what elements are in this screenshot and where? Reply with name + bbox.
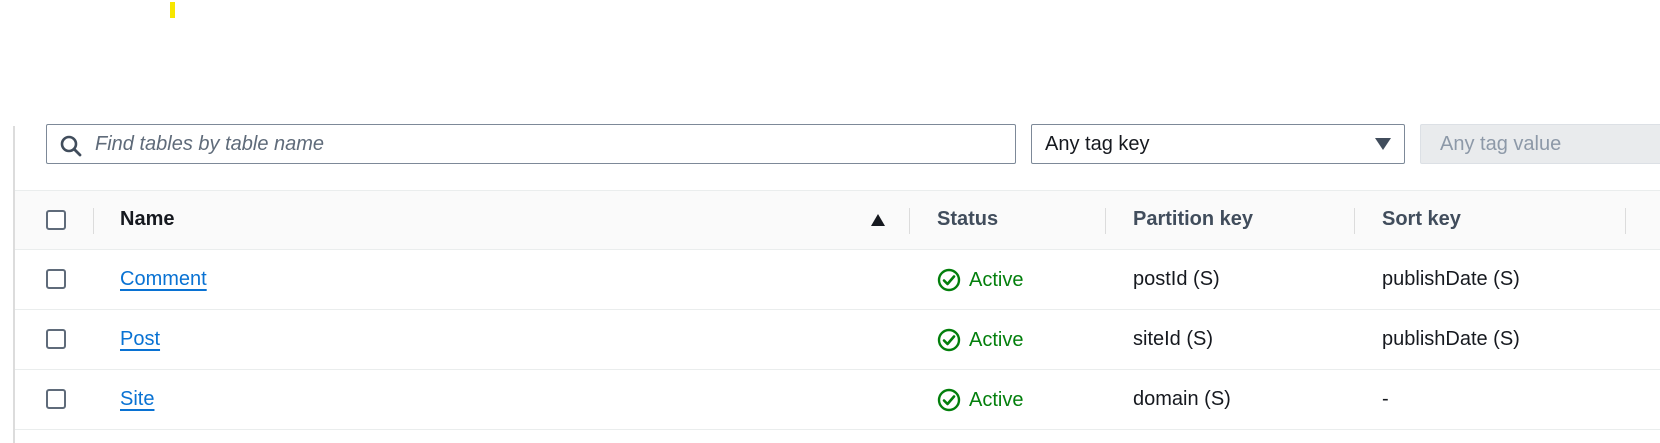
check-circle-icon <box>937 388 961 412</box>
table-header-row: Name Status Partition key Sort key <box>15 190 1660 250</box>
tables-panel: Any tag key Any tag value Name Status Pa… <box>13 124 1660 443</box>
column-divider[interactable] <box>1354 208 1355 234</box>
status-indicator: Active <box>937 327 1023 353</box>
table-row: Post Active siteId (S) publishDate (S) <box>15 310 1660 370</box>
column-header-partition-key[interactable]: Partition key <box>1133 208 1253 231</box>
status-text: Active <box>969 328 1024 351</box>
row-checkbox[interactable] <box>46 269 66 289</box>
table-name-link[interactable]: Site <box>120 388 154 411</box>
table-name-link[interactable]: Comment <box>120 268 207 291</box>
tag-key-label: Any tag key <box>1045 133 1150 155</box>
partition-key-value: postId (S) <box>1133 268 1220 290</box>
text-cursor-highlight <box>170 2 175 18</box>
caret-down-icon <box>1375 138 1391 150</box>
column-divider[interactable] <box>909 208 910 234</box>
check-circle-icon <box>937 268 961 292</box>
tag-key-select[interactable]: Any tag key <box>1031 124 1405 164</box>
column-divider <box>93 208 94 234</box>
status-text: Active <box>969 388 1024 411</box>
sort-key-value: publishDate (S) <box>1382 268 1520 290</box>
search-icon <box>60 135 82 157</box>
partition-key-value: siteId (S) <box>1133 328 1214 350</box>
status-indicator: Active <box>937 387 1023 413</box>
column-divider[interactable] <box>1625 208 1626 234</box>
check-circle-icon <box>937 328 961 352</box>
sort-key-value: publishDate (S) <box>1382 328 1520 350</box>
select-all-checkbox[interactable] <box>46 210 66 230</box>
dynamodb-tables-page: Any tag key Any tag value Name Status Pa… <box>0 0 1660 443</box>
table-row: Comment Active postId (S) publishDate (S… <box>15 250 1660 310</box>
search-input[interactable] <box>95 125 995 163</box>
status-text: Active <box>969 268 1024 291</box>
column-header-status[interactable]: Status <box>937 208 998 231</box>
tables-table: Name Status Partition key Sort key Comme… <box>15 190 1660 430</box>
table-name-link[interactable]: Post <box>120 328 160 351</box>
partition-key-value: domain (S) <box>1133 388 1231 410</box>
tag-value-placeholder: Any tag value <box>1440 133 1562 155</box>
column-divider[interactable] <box>1105 208 1106 234</box>
table-search-field[interactable] <box>46 124 1016 164</box>
row-checkbox[interactable] <box>46 389 66 409</box>
status-indicator: Active <box>937 267 1023 293</box>
tag-value-field: Any tag value <box>1420 124 1660 164</box>
sort-ascending-icon[interactable] <box>870 213 886 227</box>
table-row: Site Active domain (S) - <box>15 370 1660 430</box>
sort-key-value: - <box>1382 388 1389 410</box>
row-checkbox[interactable] <box>46 329 66 349</box>
column-header-name[interactable]: Name <box>120 208 174 231</box>
column-header-sort-key[interactable]: Sort key <box>1382 208 1461 231</box>
